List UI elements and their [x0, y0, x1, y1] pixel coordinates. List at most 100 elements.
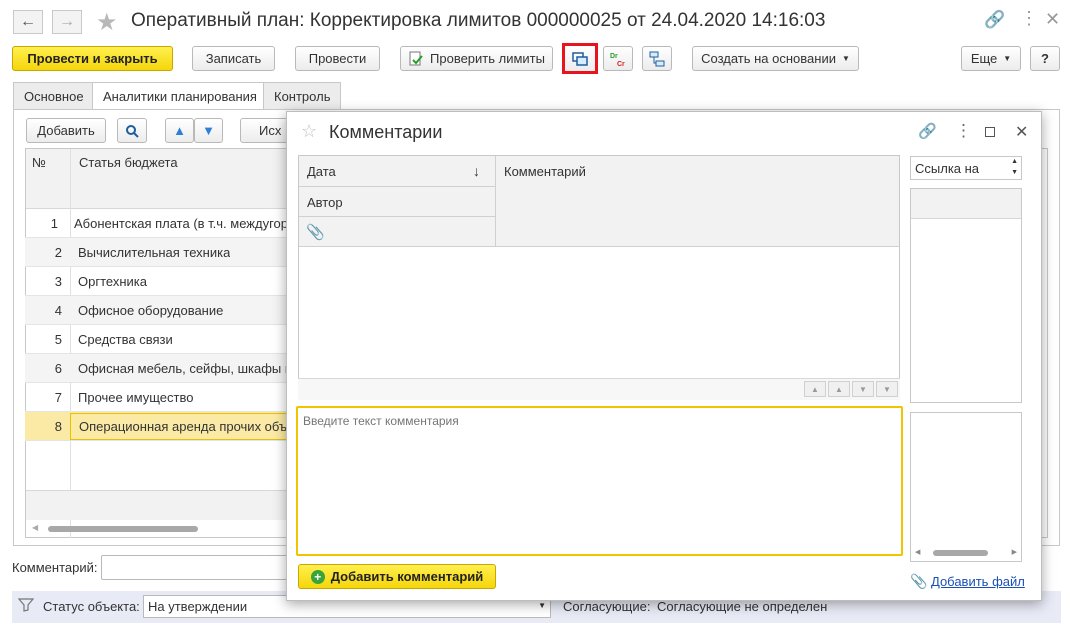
row-budget-item: Вычислительная техника: [78, 244, 231, 260]
more-vertical-icon[interactable]: ⋮: [1020, 8, 1038, 29]
row-number: 1: [50, 215, 58, 231]
post-and-close-button[interactable]: Провести и закрыть: [12, 46, 173, 71]
add-row-button[interactable]: Добавить: [26, 118, 106, 143]
header-divider-1: [299, 186, 495, 187]
approvers-label: Согласующие:: [563, 599, 651, 614]
horizontal-scrollbar[interactable]: ◀: [26, 521, 298, 537]
arrow-down-icon: ▼: [202, 123, 215, 138]
tab-control[interactable]: Контроль: [263, 82, 342, 109]
arrow-bottom-icon: ▼: [883, 384, 891, 394]
structure-icon: [649, 51, 665, 66]
add-comment-label: Добавить комментарий: [330, 569, 484, 584]
approvers-value: Согласующие не определен: [657, 599, 828, 614]
table-row[interactable]: 7 Прочее имущество: [25, 383, 297, 412]
create-based-on-label: Создать на основании: [701, 51, 836, 66]
table-row[interactable]: 8 Операционная аренда прочих объ: [25, 412, 297, 441]
scrollbar-thumb[interactable]: [48, 526, 198, 532]
more-button[interactable]: Еще ▼: [961, 46, 1021, 71]
dialog-close-icon[interactable]: ✕: [1015, 122, 1028, 142]
forward-button[interactable]: →: [52, 10, 82, 34]
attachment-column-icon: 📎: [306, 224, 325, 241]
spin-down-icon: ▼: [1011, 169, 1018, 176]
dropdown-arrow-icon: ▼: [1003, 54, 1012, 63]
column-header-date[interactable]: Дата: [307, 164, 336, 179]
scroll-left-icon: ◀: [32, 523, 39, 532]
move-down-button[interactable]: ▼: [194, 118, 223, 143]
arrow-up-icon: ▲: [173, 123, 186, 138]
window-title: Оперативный план: Корректировка лимитов …: [131, 10, 826, 31]
table-row[interactable]: 5 Средства связи: [25, 325, 297, 354]
row-budget-item: Средства связи: [78, 331, 173, 347]
column-header-author[interactable]: Автор: [307, 195, 343, 210]
scroll-right-icon: ▶: [1011, 549, 1017, 556]
structure-button[interactable]: [642, 46, 672, 71]
check-limits-button[interactable]: Проверить лимиты: [400, 46, 553, 71]
tab-planning-analytics[interactable]: Аналитики планирования: [92, 82, 268, 110]
check-limits-label: Проверить лимиты: [430, 51, 545, 66]
close-icon[interactable]: ✕: [1045, 9, 1060, 30]
row-number: 4: [54, 302, 62, 318]
comments-button[interactable]: [562, 43, 598, 74]
files-scrollbar[interactable]: ◀ ▶: [911, 546, 1021, 560]
table-row[interactable]: 2 Вычислительная техника: [25, 238, 297, 267]
svg-text:Cr: Cr: [617, 61, 625, 68]
files-list[interactable]: [910, 412, 1022, 562]
comment-field[interactable]: [101, 555, 291, 580]
link-icon[interactable]: 🔗: [984, 10, 1005, 30]
comment-label: Комментарий:: [12, 560, 98, 575]
scroll-up-button[interactable]: ▲: [828, 381, 850, 397]
table-row[interactable]: 4 Офисное оборудование: [25, 296, 297, 325]
move-up-button[interactable]: ▲: [165, 118, 194, 143]
comment-input[interactable]: [296, 406, 903, 556]
save-button[interactable]: Записать: [192, 46, 275, 71]
filter-icon: [17, 598, 35, 615]
svg-text:Dr: Dr: [610, 53, 618, 60]
tab-main[interactable]: Основное: [13, 82, 95, 109]
link-list-header: [911, 189, 1021, 219]
row-budget-item: Операционная аренда прочих объ: [70, 412, 297, 440]
comments-list-header: [299, 156, 899, 247]
search-button[interactable]: [117, 118, 147, 143]
grid-footer-row: [26, 490, 298, 520]
dr-cr-button[interactable]: Dr Cr: [603, 46, 633, 71]
more-label: Еще: [970, 51, 998, 66]
table-row[interactable]: 6 Офисная мебель, сейфы, шкафы м: [25, 354, 297, 383]
sort-down-icon: ↓: [473, 163, 480, 179]
add-file-link[interactable]: Добавить файл: [931, 574, 1025, 589]
scroll-left-icon: ◀: [915, 549, 921, 556]
table-row[interactable]: 3 Оргтехника: [25, 267, 297, 296]
row-budget-item: Офисная мебель, сейфы, шкафы м: [78, 360, 294, 376]
scroll-down-button[interactable]: ▼: [852, 381, 874, 397]
dialog-more-icon[interactable]: ⋮: [955, 121, 972, 141]
arrow-right-icon: →: [59, 13, 75, 30]
row-budget-item: Оргтехника: [78, 273, 147, 289]
back-button[interactable]: ←: [13, 10, 43, 34]
scroll-bottom-button[interactable]: ▼: [876, 381, 898, 397]
column-header-budget-item[interactable]: Статья бюджета: [79, 155, 178, 170]
create-based-on-button[interactable]: Создать на основании ▼: [692, 46, 859, 71]
add-comment-button[interactable]: + Добавить комментарий: [298, 564, 496, 589]
add-file-paperclip-icon: 📎: [910, 573, 928, 589]
dropdown-arrow-icon: ▼: [538, 601, 546, 610]
dialog-link-icon[interactable]: 🔗: [918, 122, 937, 140]
link-select-label: Ссылка на: [915, 161, 980, 176]
link-list[interactable]: [910, 188, 1022, 403]
arrow-left-icon: ←: [20, 13, 36, 30]
status-select-value: На утверждении: [148, 599, 248, 614]
scroll-top-button[interactable]: ▲: [804, 381, 826, 397]
link-select[interactable]: Ссылка на ▲ ▼: [910, 156, 1022, 180]
post-button[interactable]: Провести: [295, 46, 380, 71]
row-budget-item: Абонентская плата (в т.ч. междугородная: [74, 215, 297, 231]
row-number: 8: [54, 418, 62, 434]
dialog-maximize-icon[interactable]: [985, 127, 995, 137]
column-header-number[interactable]: №: [32, 155, 46, 170]
help-button[interactable]: ?: [1030, 46, 1060, 71]
favorite-star-icon[interactable]: ★: [96, 8, 118, 37]
column-header-comment[interactable]: Комментарий: [504, 164, 586, 179]
scrollbar-thumb[interactable]: [933, 550, 988, 556]
dialog-favorite-star-icon[interactable]: ☆: [301, 121, 317, 142]
table-row[interactable]: 1 Абонентская плата (в т.ч. междугородная: [25, 209, 297, 238]
dropdown-arrow-icon: ▼: [841, 54, 850, 63]
row-budget-item: Прочее имущество: [78, 389, 194, 405]
dialog-title: Комментарии: [329, 122, 443, 142]
